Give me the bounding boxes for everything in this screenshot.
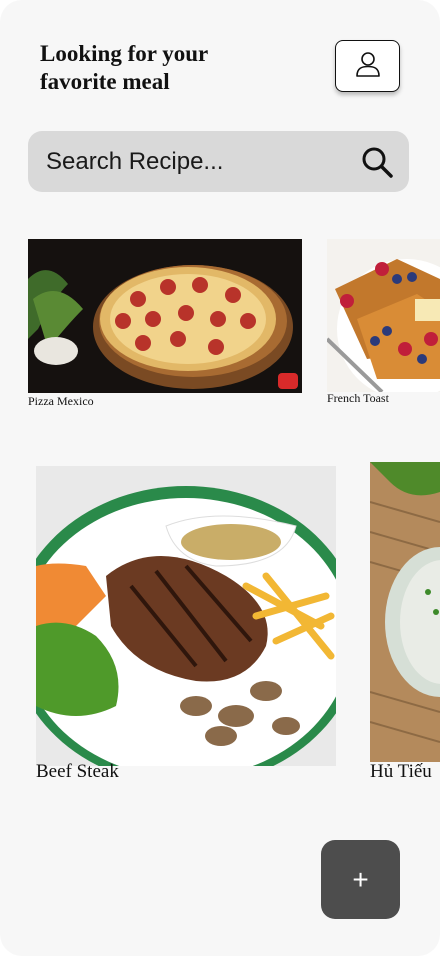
recipe-name: Hủ Tiếu xyxy=(370,761,432,782)
recipe-card-pizza-mexico[interactable]: Pizza Mexico xyxy=(28,239,302,411)
recipe-card-hu-tieu[interactable]: Hủ Tiếu xyxy=(370,462,440,782)
recipe-card-beef-steak[interactable]: Beef Steak xyxy=(36,466,336,786)
page-title: Looking for your favorite meal xyxy=(40,41,209,94)
recipe-card-french-toast[interactable]: French Toast xyxy=(327,239,440,409)
search-icon[interactable] xyxy=(359,144,395,180)
app-screen: Looking for your favorite meal Search Re… xyxy=(0,0,440,956)
search-input[interactable] xyxy=(44,146,359,177)
plus-icon: + xyxy=(352,863,369,895)
recipe-image-hu-tieu xyxy=(370,462,440,762)
search-bar xyxy=(28,131,409,192)
user-icon xyxy=(353,49,383,84)
recipe-image-pizza xyxy=(28,239,302,393)
recipe-name: Beef Steak xyxy=(36,761,119,782)
recipe-image-beef-steak xyxy=(36,466,336,766)
profile-button[interactable] xyxy=(335,40,400,92)
add-recipe-button[interactable]: + xyxy=(321,840,400,919)
recipe-name: French Toast xyxy=(327,391,389,405)
recipe-image-french-toast xyxy=(327,239,440,392)
recipe-name: Pizza Mexico xyxy=(28,394,94,408)
